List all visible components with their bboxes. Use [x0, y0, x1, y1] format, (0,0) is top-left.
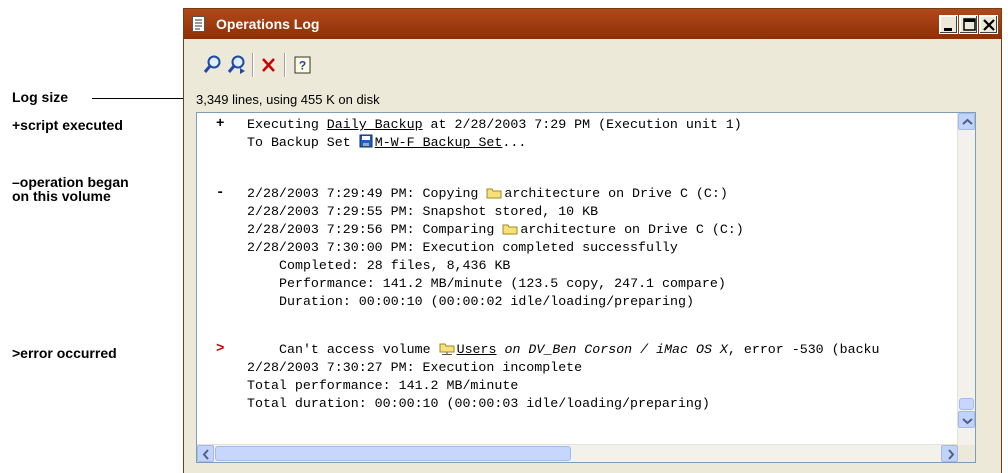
- vertical-scroll-thumb[interactable]: [959, 398, 974, 410]
- log-text: 2/28/2003 7:29:49 PM: Copying: [247, 186, 487, 201]
- callout-log-size: Log size: [12, 89, 69, 105]
- find-next-button[interactable]: [226, 54, 248, 76]
- folder-icon: [486, 188, 502, 199]
- delete-button[interactable]: [258, 54, 280, 76]
- log-line: Executing Daily Backup at 2/28/2003 7:29…: [247, 116, 742, 134]
- folder-icon: [502, 224, 518, 235]
- close-icon: [983, 19, 995, 31]
- log-line: Total duration: 00:00:10 (00:00:03 idle/…: [247, 396, 710, 411]
- minimize-icon: [944, 28, 952, 31]
- log-line: 2/28/2003 7:30:27 PM: Execution incomple…: [247, 360, 583, 375]
- log-text: Executing: [247, 117, 327, 132]
- callout-script-executed: +script executed: [12, 117, 123, 133]
- chevron-right-icon: [948, 449, 955, 460]
- callout-leader-line: [92, 98, 193, 99]
- log-pane[interactable]: + Executing Daily Backup at 2/28/2003 7:…: [196, 112, 976, 463]
- horizontal-scroll-thumb[interactable]: [215, 446, 571, 461]
- maximize-icon: [963, 18, 976, 31]
- document-icon: [192, 16, 205, 32]
- chevron-left-icon: [202, 449, 209, 460]
- log-text: architecture on Drive C (C:): [504, 186, 728, 201]
- volume-link[interactable]: Users: [457, 342, 497, 357]
- callout-operation-began-2: on this volume: [12, 188, 111, 204]
- scroll-right-button[interactable]: [941, 445, 958, 462]
- scroll-down-button[interactable]: [958, 411, 975, 428]
- find-icon: [203, 55, 221, 73]
- scroll-up-button[interactable]: [958, 113, 975, 130]
- log-text: at 2/28/2003 7:29 PM (Execution unit 1): [422, 117, 742, 132]
- scroll-left-button[interactable]: [197, 445, 214, 462]
- log-line: Performance: 141.2 MB/minute (123.5 copy…: [279, 276, 726, 291]
- script-link[interactable]: Daily Backup: [327, 117, 423, 132]
- help-button[interactable]: ?: [292, 54, 314, 76]
- operations-log-window: Operations Log ? 3,349 lines, using 455 …: [183, 8, 1002, 473]
- svg-text:?: ?: [299, 59, 306, 73]
- backup-set-link[interactable]: M-W-F Backup Set: [375, 135, 503, 150]
- log-text: 2/28/2003 7:29:56 PM: Comparing: [247, 222, 503, 237]
- window-title: Operations Log: [216, 16, 320, 32]
- log-text: architecture on Drive C (C:): [520, 222, 744, 237]
- title-bar[interactable]: Operations Log: [184, 9, 1001, 39]
- operation-began-marker: -: [216, 185, 225, 201]
- log-line: Total performance: 141.2 MB/minute: [247, 378, 519, 393]
- toolbar-separator: [252, 53, 253, 77]
- backup-set-icon: [359, 134, 373, 148]
- log-line: 2/28/2003 7:29:56 PM: Comparing architec…: [247, 221, 744, 239]
- log-text: Can't access volume: [279, 342, 439, 357]
- toolbar: ?: [196, 49, 816, 79]
- vertical-scrollbar[interactable]: [957, 113, 975, 446]
- close-button[interactable]: [979, 15, 998, 34]
- maximize-button[interactable]: [959, 15, 978, 34]
- scrollbar-corner: [958, 445, 975, 462]
- log-size-status: 3,349 lines, using 455 K on disk: [196, 92, 380, 107]
- log-line: 2/28/2003 7:29:55 PM: Snapshot stored, 1…: [247, 204, 599, 219]
- log-line: 2/28/2003 7:30:00 PM: Execution complete…: [247, 240, 678, 255]
- log-line: Can't access volume Users on DV_Ben Cors…: [279, 341, 880, 359]
- log-line: 2/28/2003 7:29:49 PM: Copying architectu…: [247, 185, 728, 203]
- log-content: + Executing Daily Backup at 2/28/2003 7:…: [197, 113, 957, 446]
- horizontal-scrollbar[interactable]: [197, 444, 958, 462]
- log-text: , error -530 (backu: [727, 342, 880, 357]
- toolbar-separator: [284, 53, 285, 77]
- find-next-icon: [227, 55, 245, 74]
- chevron-up-icon: [962, 118, 973, 125]
- log-text: To Backup Set: [247, 135, 359, 150]
- script-executed-marker: +: [216, 116, 225, 132]
- log-line: To Backup Set M-W-F Backup Set...: [247, 134, 526, 152]
- callout-error-occurred: >error occurred: [12, 345, 117, 361]
- log-line: Completed: 28 files, 8,436 KB: [279, 258, 511, 273]
- help-icon: ?: [294, 56, 311, 74]
- find-button[interactable]: [202, 54, 224, 76]
- chevron-down-icon: [962, 418, 973, 425]
- log-line: Duration: 00:00:10 (00:00:02 idle/loadin…: [279, 294, 694, 309]
- minimize-button[interactable]: [939, 15, 958, 34]
- network-folder-icon: [439, 343, 455, 355]
- error-marker: >: [216, 341, 225, 357]
- delete-icon: [262, 58, 275, 72]
- log-text: ...: [502, 135, 527, 150]
- log-text: on DV_Ben Corson / iMac OS X: [496, 342, 728, 357]
